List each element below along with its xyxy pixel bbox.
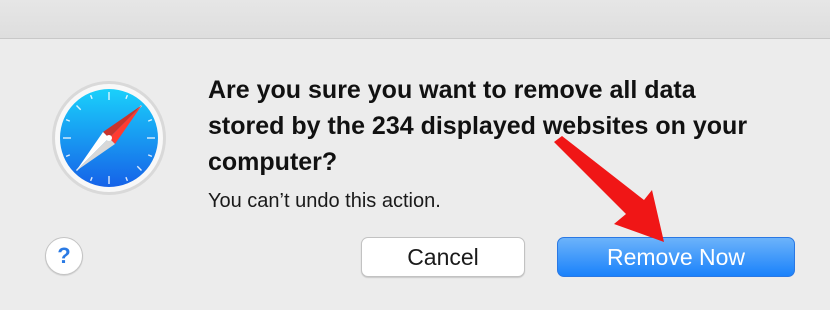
dialog-headline: Are you sure you want to remove all data… <box>208 76 748 176</box>
dialog-subtext: You can’t undo this action. <box>208 190 441 212</box>
window-top-edge <box>0 0 830 39</box>
help-icon: ? <box>57 243 71 268</box>
help-button[interactable]: ? <box>45 237 83 275</box>
safari-compass-icon <box>52 81 166 195</box>
remove-now-button[interactable]: Remove Now <box>557 237 795 277</box>
cancel-button[interactable]: Cancel <box>361 237 525 277</box>
